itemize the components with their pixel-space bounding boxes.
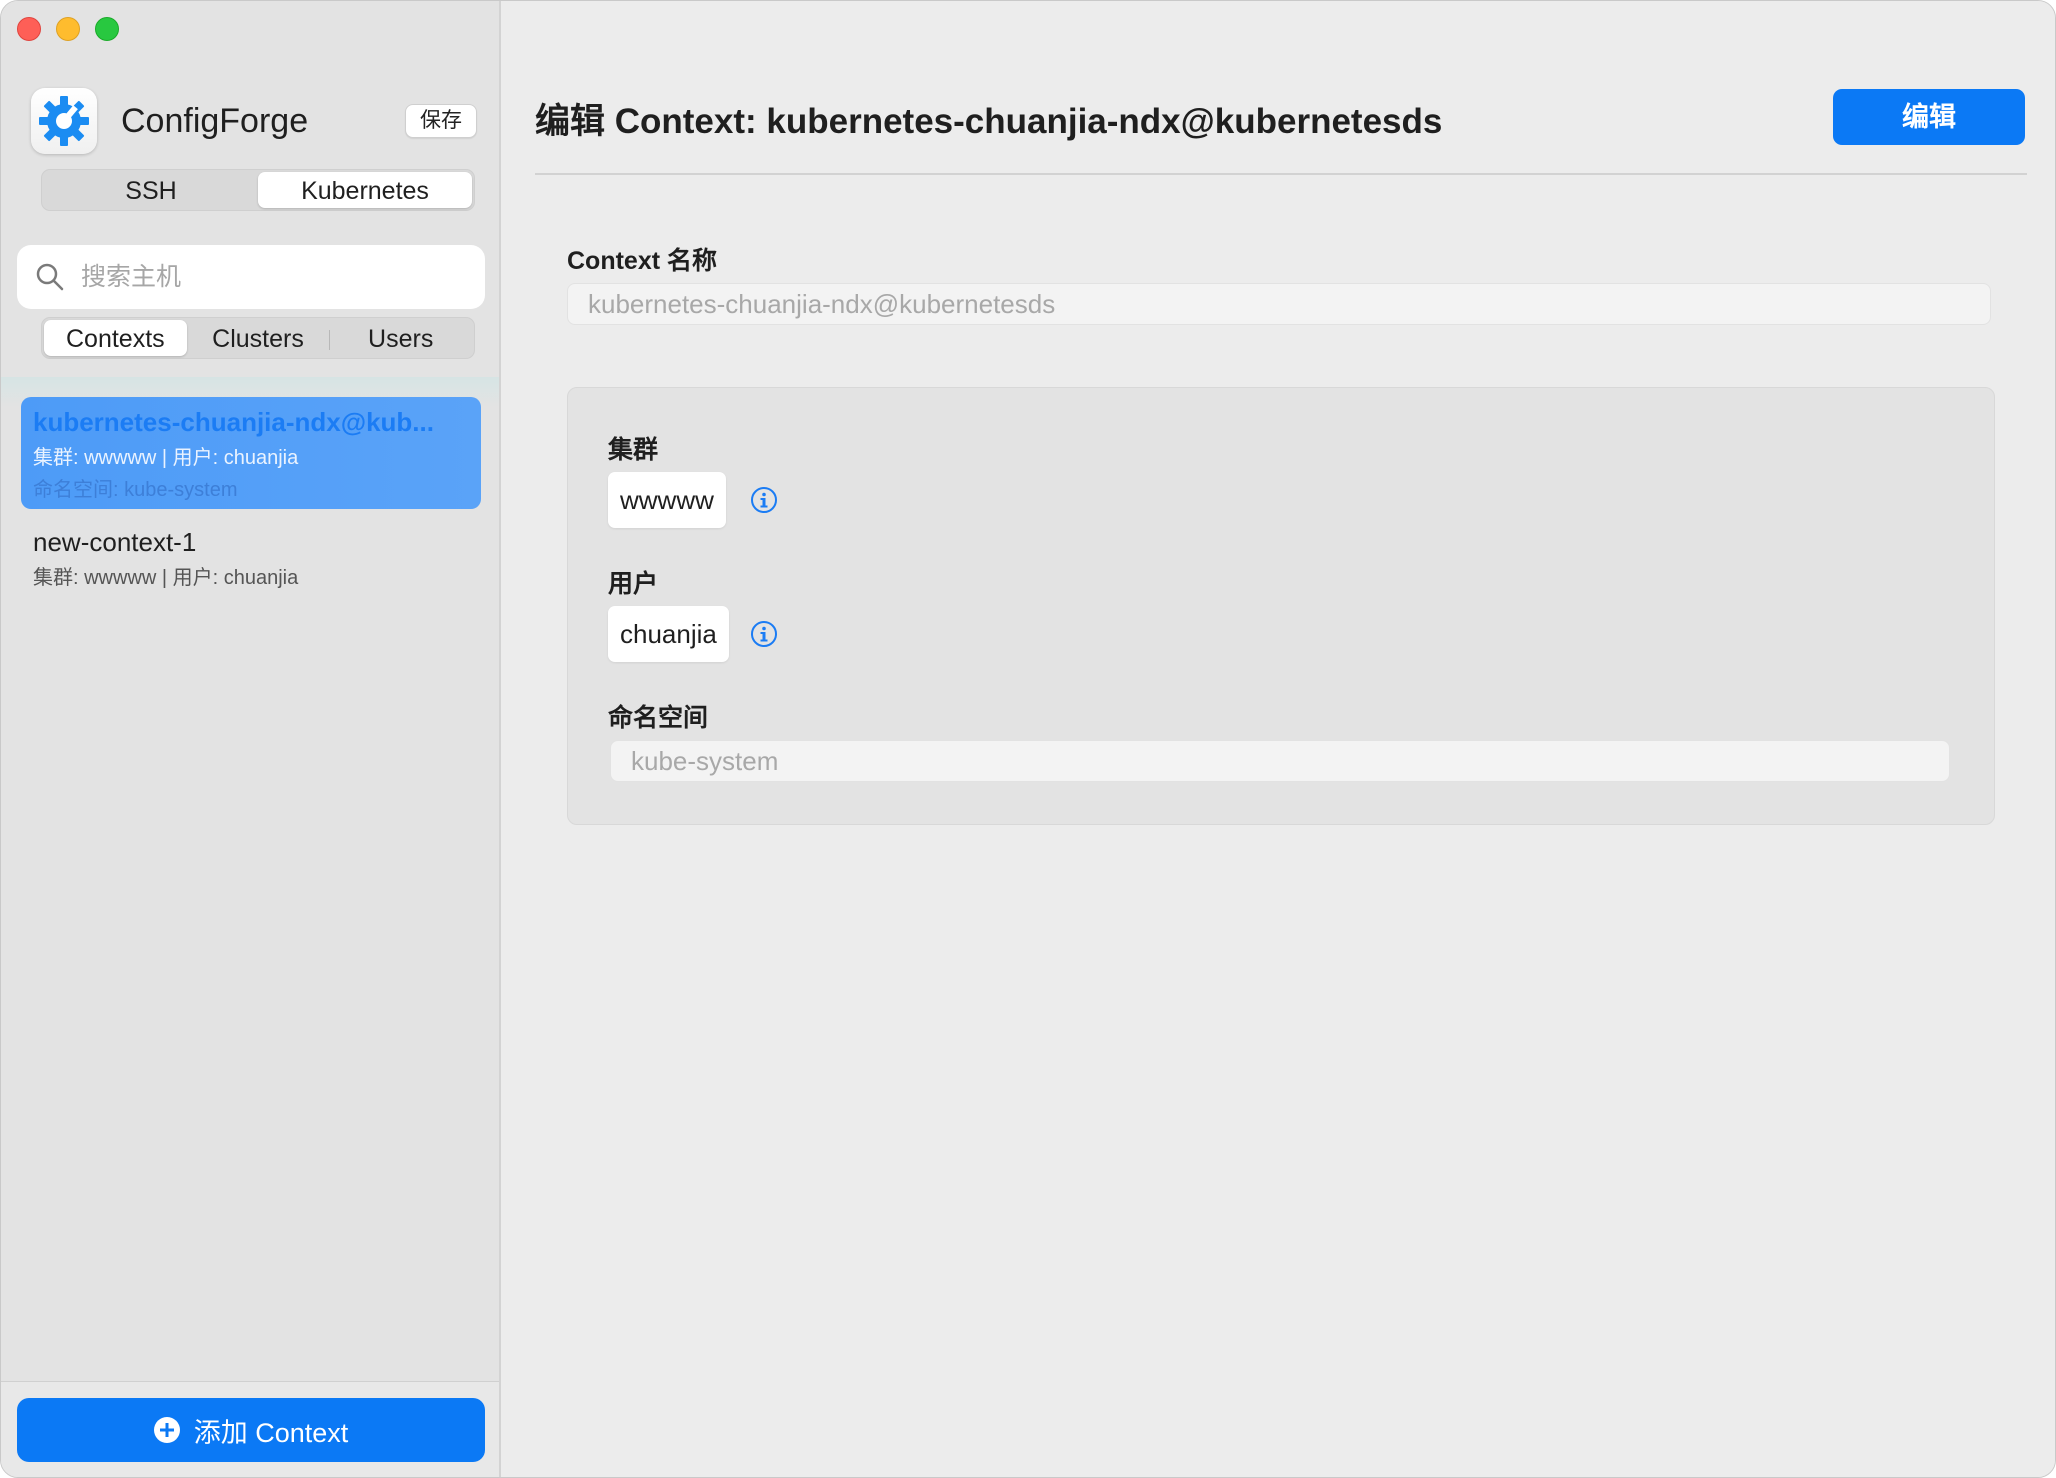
context-item-subtitle: 集群: wwwww | 用户: chuanjia <box>33 567 299 589</box>
context-item-title: kubernetes-chuanjia-ndx@kub... <box>33 407 434 437</box>
user-info-icon[interactable] <box>750 620 778 648</box>
add-context-button[interactable]: 添加 Context <box>17 1398 485 1462</box>
save-button[interactable]: 保存 <box>405 104 477 138</box>
search-input[interactable] <box>81 262 461 292</box>
user-label: 用户 <box>608 570 659 598</box>
main-content: 编辑 Context: kubernetes-chuanjia-ndx@kube… <box>503 1 2055 1477</box>
cluster-label: 集群 <box>608 436 659 464</box>
context-item-title: new-context-1 <box>33 527 197 557</box>
tab-ssh[interactable]: SSH <box>44 172 258 208</box>
add-context-label: 添加 Context <box>193 1417 349 1448</box>
top-tabs: SSH Kubernetes <box>41 169 475 211</box>
plus-circle-icon <box>153 1417 180 1443</box>
user-picker[interactable]: chuanjia <box>608 606 729 662</box>
context-item-selected[interactable]: kubernetes-chuanjia-ndx@kub... 集群: wwwww… <box>21 397 481 509</box>
cluster-info-icon[interactable] <box>750 486 778 514</box>
app-header: ConfigForge 保存 <box>31 88 477 154</box>
app-name: ConfigForge <box>121 101 309 140</box>
minimize-window-button[interactable] <box>56 17 80 41</box>
app-logo-icon <box>31 88 97 154</box>
sidebar-footer: 添加 Context <box>1 1381 499 1477</box>
namespace-label: 命名空间 <box>608 704 709 732</box>
window-controls <box>17 17 119 41</box>
page-title: 编辑 Context: kubernetes-chuanjia-ndx@kube… <box>535 102 1443 141</box>
context-item-namespace: 命名空间: kube-system <box>33 479 238 501</box>
tab-kubernetes[interactable]: Kubernetes <box>258 172 472 208</box>
context-item[interactable]: new-context-1 集群: wwwww | 用户: chuanjia <box>21 517 481 597</box>
app-window: ConfigForge 保存 SSH Kubernetes Contexts C… <box>0 0 2056 1478</box>
context-list: kubernetes-chuanjia-ndx@kub... 集群: wwwww… <box>1 377 499 1379</box>
header-divider <box>535 173 2027 175</box>
cluster-picker[interactable]: wwwww <box>608 472 726 528</box>
maximize-window-button[interactable] <box>95 17 119 41</box>
tab-contexts[interactable]: Contexts <box>44 320 187 356</box>
edit-button[interactable]: 编辑 <box>1833 89 2025 145</box>
context-name-field: kubernetes-chuanjia-ndx@kubernetesds <box>567 283 1991 325</box>
tab-users[interactable]: Users <box>329 320 472 356</box>
sidebar: ConfigForge 保存 SSH Kubernetes Contexts C… <box>1 1 501 1477</box>
search-icon <box>36 263 64 291</box>
sub-tabs: Contexts Clusters Users <box>41 317 475 359</box>
search-box <box>17 245 485 309</box>
tab-clusters[interactable]: Clusters <box>187 320 330 356</box>
namespace-field: kube-system <box>610 740 1950 782</box>
close-window-button[interactable] <box>17 17 41 41</box>
context-name-label: Context 名称 <box>567 247 718 275</box>
context-settings-panel: 集群 wwwww 用户 chuanjia 命名空间 kube-system <box>567 387 1995 825</box>
context-item-subtitle: 集群: wwwww | 用户: chuanjia <box>33 447 299 469</box>
